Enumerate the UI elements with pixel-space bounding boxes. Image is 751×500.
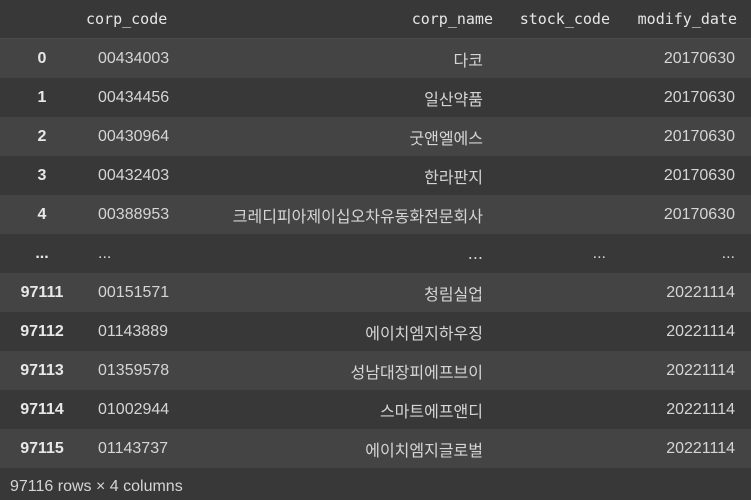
cell-stock-code — [499, 117, 616, 156]
cell-modify-date: 20170630 — [616, 117, 751, 156]
cell-modify-date: ... — [616, 234, 751, 273]
cell-stock-code — [499, 390, 616, 429]
row-index: 97111 — [0, 273, 78, 312]
table-row-ellipsis: ... ... ... ... ... — [0, 234, 751, 273]
table-row: 97111 00151571 청림실업 20221114 — [0, 273, 751, 312]
cell-corp-code: 00388953 — [78, 195, 188, 234]
cell-modify-date: 20221114 — [616, 351, 751, 390]
header-row: corp_code corp_name stock_code modify_da… — [0, 0, 751, 39]
cell-corp-name: 다코 — [188, 38, 499, 78]
row-index: 0 — [0, 38, 78, 78]
table-row: 97114 01002944 스마트에프앤디 20221114 — [0, 390, 751, 429]
cell-corp-code: 01359578 — [78, 351, 188, 390]
cell-corp-code: 00151571 — [78, 273, 188, 312]
column-header-stock-code: stock_code — [519, 10, 610, 28]
row-index: 4 — [0, 195, 78, 234]
cell-corp-name: 스마트에프앤디 — [188, 390, 499, 429]
dataframe-output: corp_code corp_name stock_code modify_da… — [0, 0, 751, 500]
cell-corp-code: 01143889 — [78, 312, 188, 351]
table-row: 1 00434456 일산약품 20170630 — [0, 78, 751, 117]
cell-stock-code — [499, 78, 616, 117]
row-index: 97115 — [0, 429, 78, 468]
cell-corp-name: ... — [188, 234, 499, 273]
cell-corp-code: 00432403 — [78, 156, 188, 195]
cell-modify-date: 20170630 — [616, 78, 751, 117]
cell-modify-date: 20221114 — [616, 312, 751, 351]
cell-corp-code: 01002944 — [78, 390, 188, 429]
table-row: 97113 01359578 성남대장피에프브이 20221114 — [0, 351, 751, 390]
table-body: 0 00434003 다코 20170630 1 00434456 일산약품 2… — [0, 38, 751, 468]
column-header-corp-name: corp_name — [411, 10, 493, 28]
row-index: 97114 — [0, 390, 78, 429]
table-row: 3 00432403 한라판지 20170630 — [0, 156, 751, 195]
cell-corp-name: 굿앤엘에스 — [188, 117, 499, 156]
cell-corp-name: 청림실업 — [188, 273, 499, 312]
row-index: 1 — [0, 78, 78, 117]
table-row: 0 00434003 다코 20170630 — [0, 38, 751, 78]
table-header: corp_code corp_name stock_code modify_da… — [0, 0, 751, 39]
cell-stock-code — [499, 351, 616, 390]
row-index: 97113 — [0, 351, 78, 390]
cell-stock-code — [499, 156, 616, 195]
cell-modify-date: 20170630 — [616, 156, 751, 195]
cell-stock-code — [499, 38, 616, 78]
row-index: 97112 — [0, 312, 78, 351]
cell-stock-code: ... — [499, 234, 616, 273]
cell-corp-code: 01143737 — [78, 429, 188, 468]
table-row: 4 00388953 크레디피아제이십오차유동화전문회사 20170630 — [0, 195, 751, 234]
cell-modify-date: 20221114 — [616, 429, 751, 468]
cell-corp-name: 한라판지 — [188, 156, 499, 195]
cell-stock-code — [499, 429, 616, 468]
cell-corp-name: 에이치엠지글로벌 — [188, 429, 499, 468]
index-header — [0, 0, 78, 39]
cell-corp-code: ... — [78, 234, 188, 273]
cell-corp-name: 일산약품 — [188, 78, 499, 117]
cell-modify-date: 20170630 — [616, 38, 751, 78]
table-row: 97112 01143889 에이치엠지하우징 20221114 — [0, 312, 751, 351]
cell-stock-code — [499, 312, 616, 351]
column-header-modify-date: modify_date — [637, 10, 737, 28]
row-index: ... — [0, 234, 78, 273]
column-header-corp-code: corp_code — [86, 10, 168, 28]
cell-corp-code: 00434456 — [78, 78, 188, 117]
cell-corp-name: 성남대장피에프브이 — [188, 351, 499, 390]
row-index: 2 — [0, 117, 78, 156]
table-row: 97115 01143737 에이치엠지글로벌 20221114 — [0, 429, 751, 468]
table-row: 2 00430964 굿앤엘에스 20170630 — [0, 117, 751, 156]
cell-corp-code: 00434003 — [78, 38, 188, 78]
cell-modify-date: 20221114 — [616, 390, 751, 429]
cell-modify-date: 20221114 — [616, 273, 751, 312]
dataframe-table: corp_code corp_name stock_code modify_da… — [0, 0, 751, 468]
cell-corp-name: 에이치엠지하우징 — [188, 312, 499, 351]
cell-stock-code — [499, 273, 616, 312]
cell-corp-code: 00430964 — [78, 117, 188, 156]
cell-corp-name: 크레디피아제이십오차유동화전문회사 — [188, 195, 499, 234]
row-index: 3 — [0, 156, 78, 195]
cell-modify-date: 20170630 — [616, 195, 751, 234]
dataframe-shape-summary: 97116 rows × 4 columns — [10, 478, 183, 495]
cell-stock-code — [499, 195, 616, 234]
